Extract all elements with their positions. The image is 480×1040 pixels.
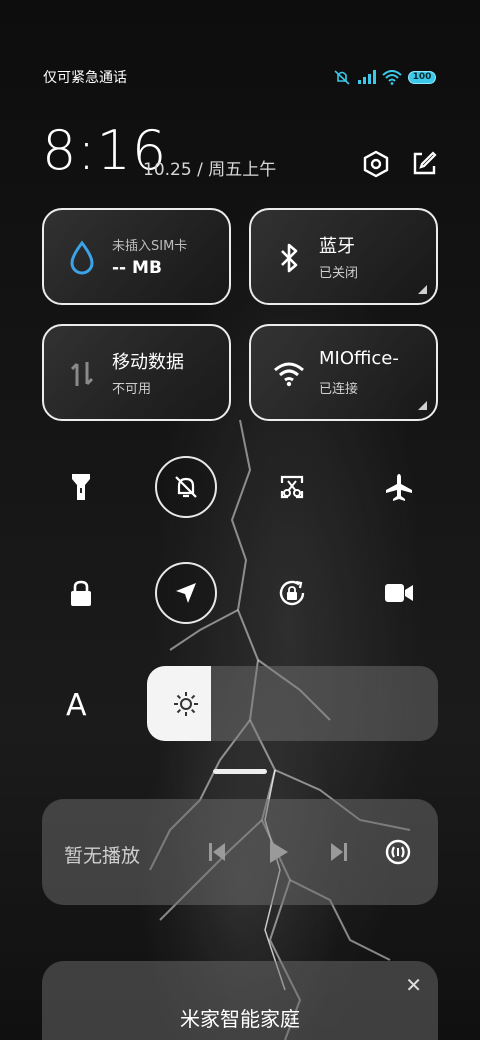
status-bar: 仅可紧急通话 100: [43, 66, 436, 88]
expand-corner-icon: [418, 285, 427, 294]
tile-subtitle: 已连接: [319, 382, 359, 397]
expand-corner-icon: [418, 401, 427, 410]
tile-title: MIOffice-: [319, 348, 399, 369]
auto-brightness-label[interactable]: A: [66, 688, 87, 723]
toggle-screen-record[interactable]: [368, 562, 430, 624]
cast-button[interactable]: [383, 837, 413, 867]
status-icons: 100: [332, 69, 436, 85]
water-drop-icon: [70, 240, 94, 275]
bluetooth-icon: [281, 243, 298, 273]
tile-subtitle: -- MB: [112, 258, 162, 278]
media-title: 暂无播放: [64, 845, 141, 867]
brightness-slider[interactable]: [147, 666, 438, 741]
media-player-card[interactable]: 暂无播放: [42, 799, 438, 905]
tile-title: 蓝牙: [319, 236, 355, 257]
flashlight-icon: [72, 474, 90, 500]
next-icon: [331, 843, 347, 861]
tile-title: 移动数据: [112, 352, 184, 373]
play-icon: [270, 841, 288, 863]
cast-icon: [385, 839, 411, 865]
tile-subtitle: 不可用: [112, 382, 152, 397]
toggle-airplane[interactable]: [368, 456, 430, 518]
carrier-text: 仅可紧急通话: [43, 70, 127, 86]
toggle-rotation-lock[interactable]: [261, 562, 323, 624]
airplane-icon: [386, 474, 412, 501]
signal-icon: [358, 70, 376, 84]
tile-wifi[interactable]: MIOffice- 已连接: [249, 324, 438, 421]
settings-hexagon-icon[interactable]: [362, 150, 390, 178]
toggle-flashlight[interactable]: [50, 456, 112, 518]
play-button[interactable]: [263, 837, 293, 867]
previous-button[interactable]: [202, 837, 232, 867]
smart-home-title: 米家智能家庭: [180, 1007, 300, 1031]
previous-icon: [209, 843, 225, 861]
tile-subtitle: 已关闭: [319, 266, 359, 281]
panel-drag-handle[interactable]: [213, 769, 267, 774]
wifi-icon: [274, 362, 304, 387]
next-button[interactable]: [324, 837, 354, 867]
screenshot-icon: [280, 475, 304, 499]
toggle-location[interactable]: [155, 562, 217, 624]
clock-date: 10.25 / 周五上午: [143, 160, 277, 180]
tile-bluetooth[interactable]: 蓝牙 已关闭: [249, 208, 438, 305]
battery-indicator: 100: [408, 70, 436, 84]
mute-bell-icon: [175, 476, 197, 498]
location-icon: [176, 583, 196, 603]
toggle-screenshot[interactable]: [261, 456, 323, 518]
video-camera-icon: [385, 584, 413, 602]
tile-title: 未插入SIM卡: [112, 239, 188, 254]
mobile-data-icon: [70, 362, 94, 386]
tile-mobile-data[interactable]: 移动数据 不可用: [42, 324, 231, 421]
lock-icon: [71, 580, 91, 606]
edit-icon[interactable]: [410, 150, 438, 178]
wifi-status-icon: [382, 69, 402, 85]
toggle-lock-screen[interactable]: [50, 562, 112, 624]
smart-home-card[interactable]: ✕ 米家智能家庭: [42, 961, 438, 1040]
rotation-lock-icon: [279, 580, 305, 606]
tile-sim-data-usage[interactable]: 未插入SIM卡 -- MB: [42, 208, 231, 305]
toggle-mute[interactable]: [155, 456, 217, 518]
close-icon[interactable]: ✕: [405, 973, 422, 997]
vibrate-mute-icon: [334, 70, 350, 85]
sun-icon: [174, 692, 198, 716]
